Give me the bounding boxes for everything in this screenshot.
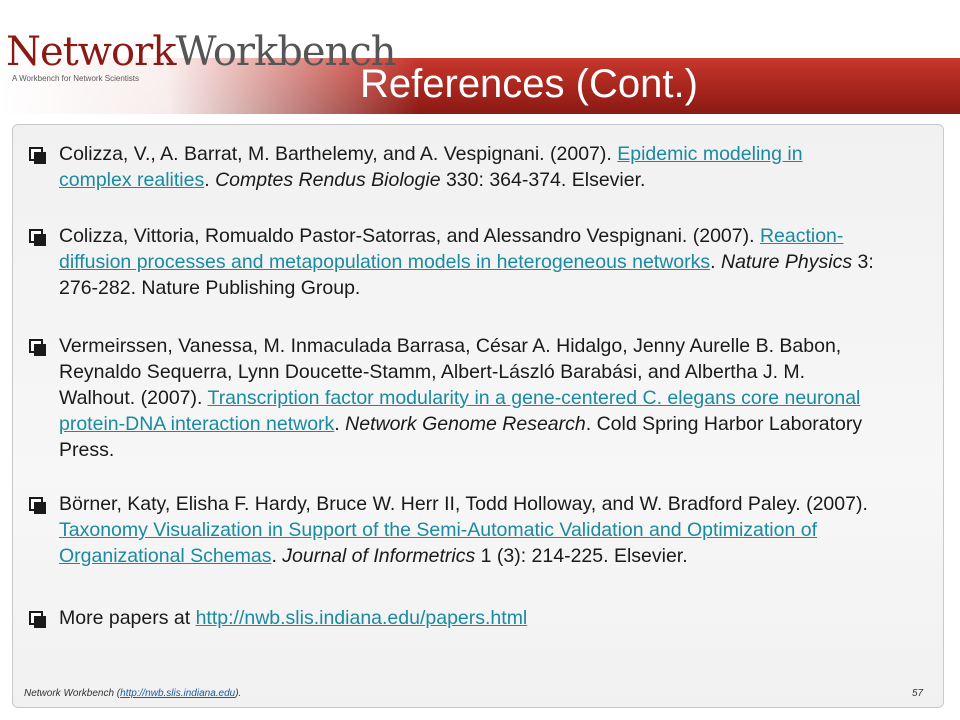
slide-header: NetworkWorkbench A Workbench for Network… bbox=[0, 0, 960, 128]
footer-prefix: Network Workbench ( bbox=[24, 688, 121, 699]
square-bullet-icon bbox=[29, 147, 46, 164]
network-workbench-logo: NetworkWorkbench A Workbench for Network… bbox=[6, 30, 396, 90]
reference-authors: Börner, Katy, Elisha F. Hardy, Bruce W. … bbox=[59, 493, 868, 515]
page-number: 57 bbox=[912, 688, 924, 699]
reference-journal: Comptes Rendus Biologie bbox=[215, 169, 441, 191]
reference-separator: . bbox=[204, 169, 216, 191]
footer-credit: Network Workbench (http://nwb.slis.india… bbox=[24, 688, 241, 699]
reference-item-more-papers: More papers at http://nwb.slis.indiana.e… bbox=[29, 605, 879, 631]
reference-authors: Colizza, V., A. Barrat, M. Barthelemy, a… bbox=[59, 143, 618, 165]
square-bullet-icon bbox=[29, 339, 46, 356]
reference-journal: Network Genome Research bbox=[345, 413, 586, 435]
square-bullet-icon bbox=[29, 497, 46, 514]
reference-item-borner-2007: Börner, Katy, Elisha F. Hardy, Bruce W. … bbox=[29, 491, 879, 569]
reference-details: 1 (3): 214-225. Elsevier. bbox=[475, 545, 688, 567]
footer-suffix: ). bbox=[235, 688, 242, 699]
logo-wordmark: NetworkWorkbench bbox=[6, 29, 396, 75]
reference-item-colizza-2007b: Colizza, Vittoria, Romualdo Pastor-Sator… bbox=[29, 223, 879, 301]
papers-page-link[interactable]: http://nwb.slis.indiana.edu/papers.html bbox=[196, 607, 528, 629]
reference-details: 330: 364-374. Elsevier. bbox=[440, 169, 646, 191]
footer-site-link[interactable]: http://nwb.slis.indiana.edu bbox=[120, 688, 235, 699]
reference-journal: Journal of Informetrics bbox=[282, 545, 476, 567]
reference-separator: . bbox=[334, 413, 346, 435]
reference-journal: Nature Physics bbox=[720, 251, 853, 273]
content-panel: Colizza, V., A. Barrat, M. Barthelemy, a… bbox=[12, 124, 944, 708]
logo-word-network: Network bbox=[6, 29, 176, 75]
reference-authors: Colizza, Vittoria, Romualdo Pastor-Sator… bbox=[59, 225, 760, 247]
logo-tagline: A Workbench for Network Scientists bbox=[12, 74, 140, 83]
reference-item-vermeirssen-2007: Vermeirssen, Vanessa, M. Inmaculada Barr… bbox=[29, 333, 879, 463]
reference-separator: . bbox=[710, 251, 721, 273]
reference-separator: . bbox=[271, 545, 283, 567]
square-bullet-icon bbox=[29, 611, 46, 628]
slide-title: References (Cont.) bbox=[360, 62, 698, 106]
square-bullet-icon bbox=[29, 229, 46, 246]
reference-item-colizza-2007a: Colizza, V., A. Barrat, M. Barthelemy, a… bbox=[29, 141, 879, 193]
reference-text: More papers at bbox=[59, 607, 196, 629]
